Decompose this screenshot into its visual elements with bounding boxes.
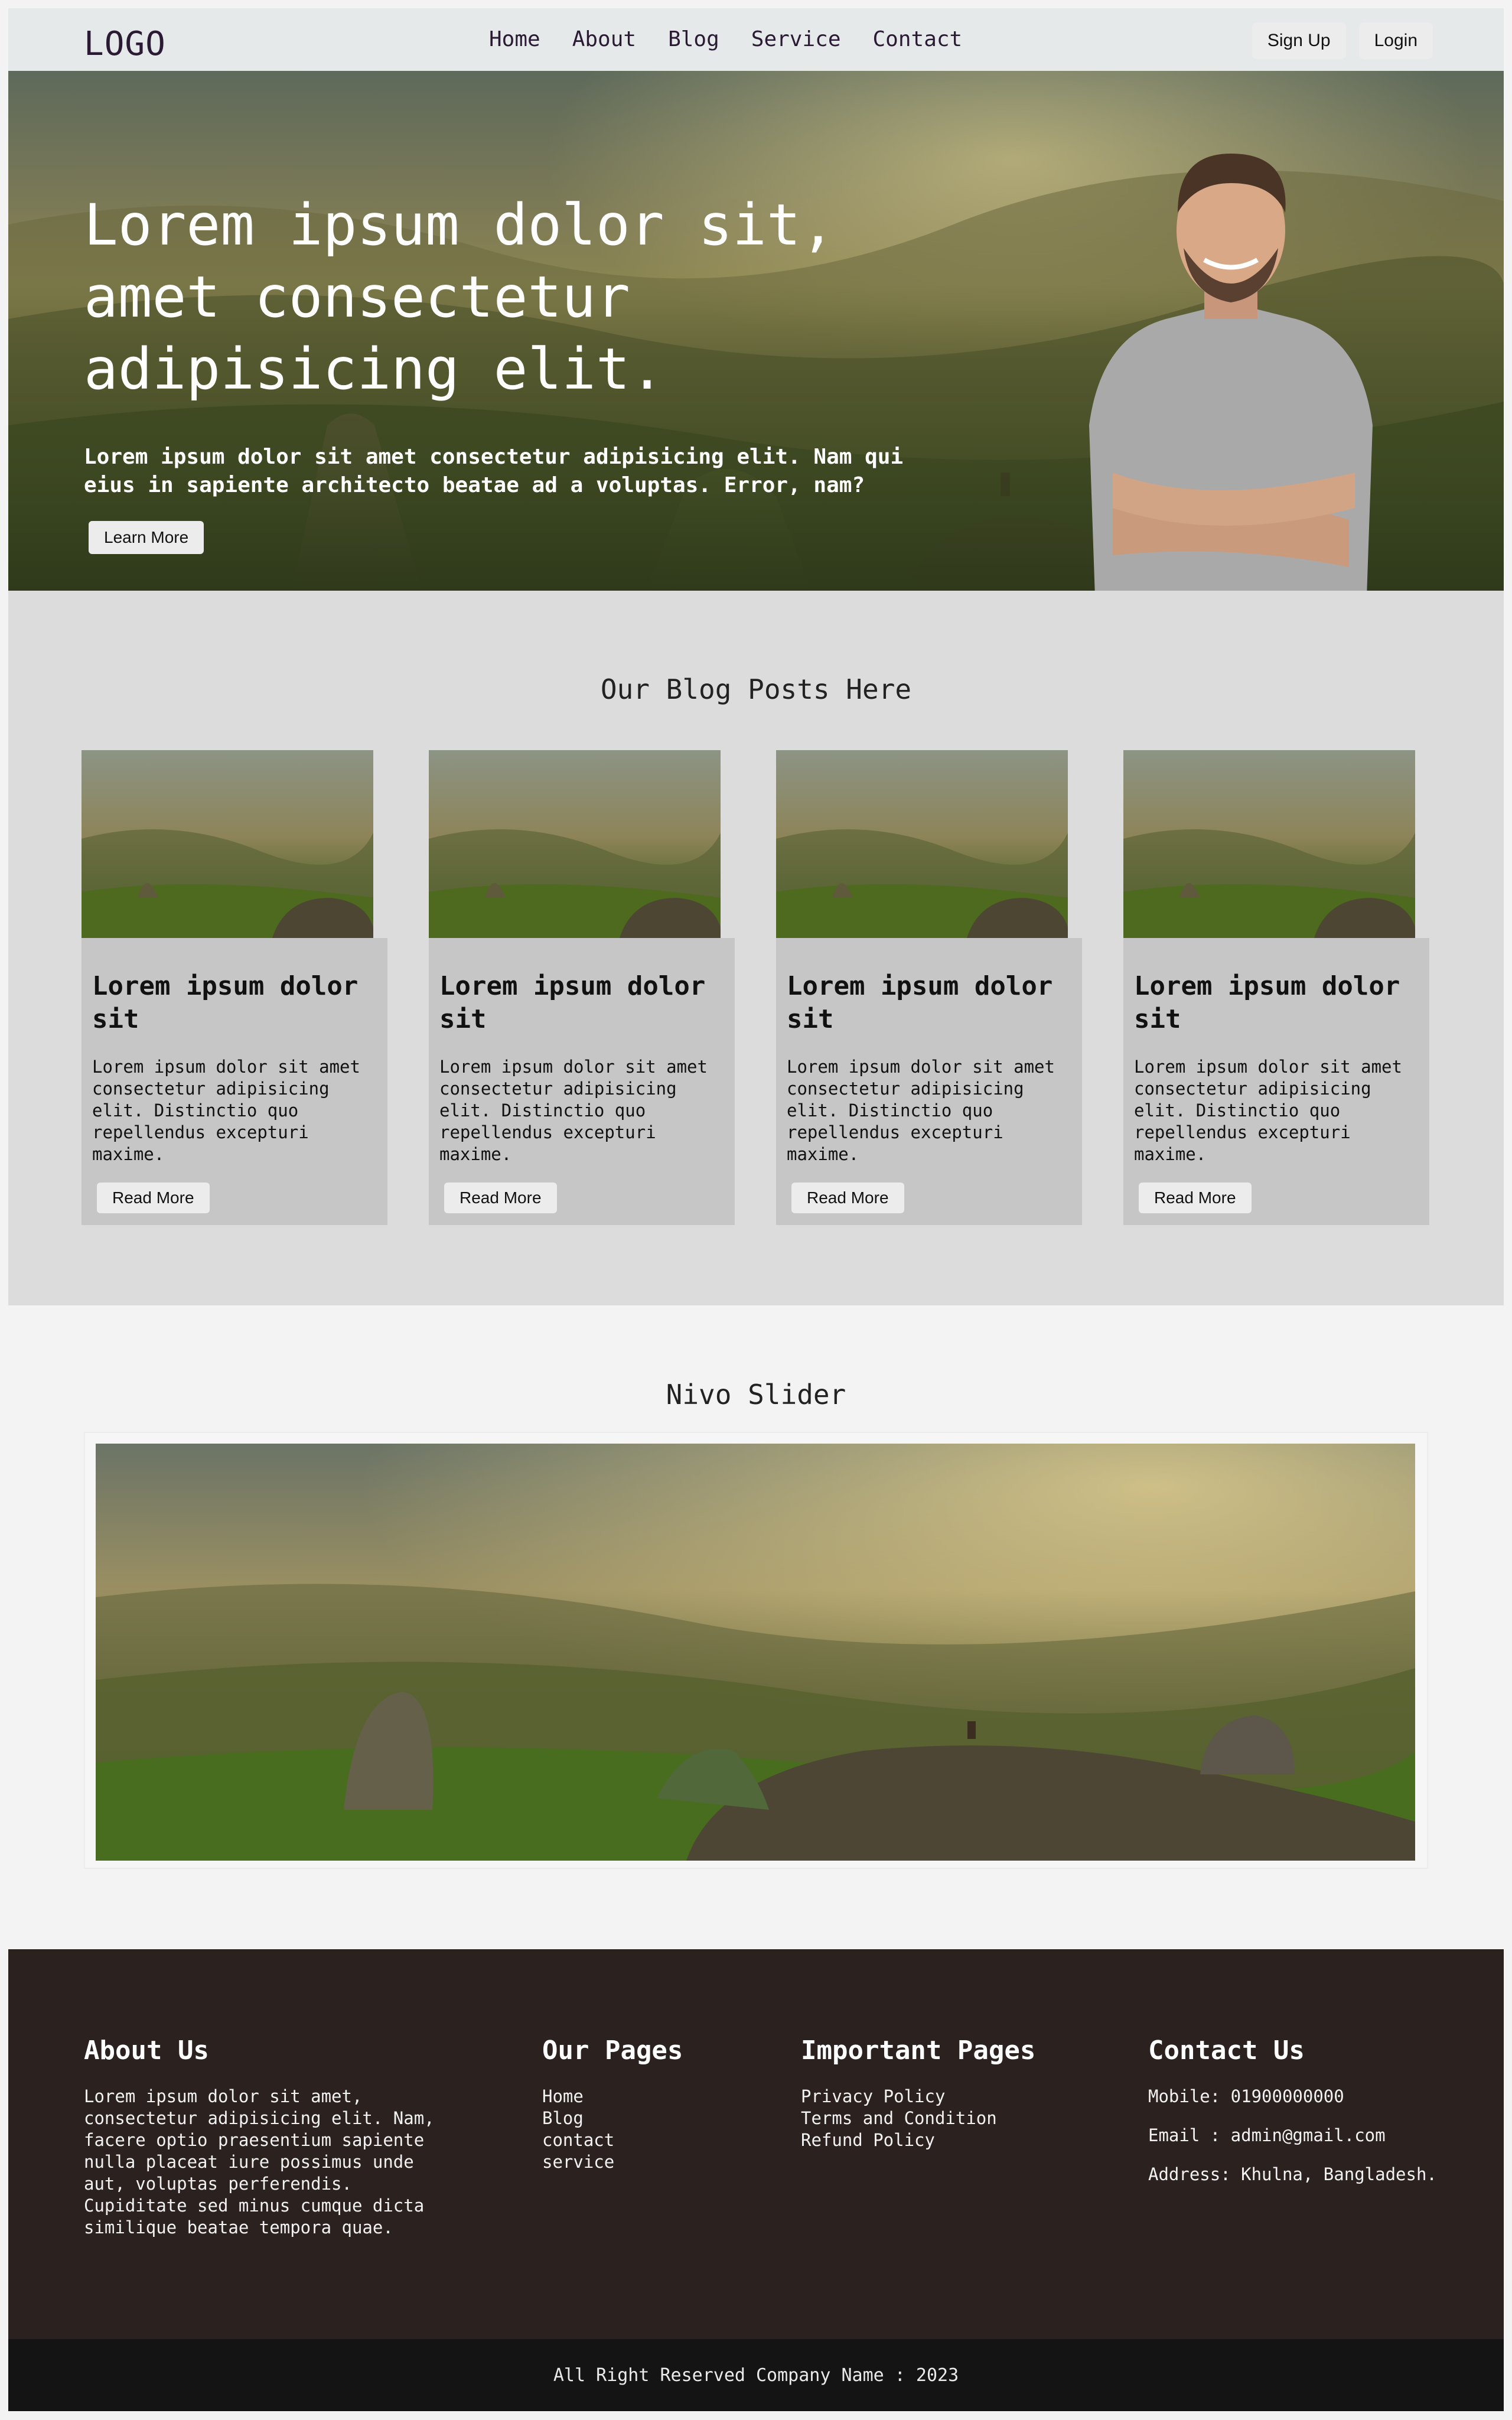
blog-card-body: Lorem ipsum dolor sit Lorem ipsum dolor … <box>1123 938 1429 1225</box>
footer: About Us Lorem ipsum dolor sit amet, con… <box>8 1949 1504 2339</box>
blog-card-text: Lorem ipsum dolor sit amet consectetur a… <box>1134 1057 1402 1164</box>
blog-card-title[interactable]: Lorem ipsum dolor sit <box>439 970 723 1036</box>
footer-contact-heading: Contact Us <box>1148 2035 1305 2066</box>
footer-link-privacy[interactable]: Privacy Policy <box>801 2086 1108 2108</box>
footer-link-blog[interactable]: Blog <box>542 2108 778 2129</box>
footer-about-heading: About Us <box>84 2035 209 2066</box>
footer-link-terms[interactable]: Terms and Condition <box>801 2108 1108 2129</box>
footer-contact: Contact Us Mobile: 01900000000 Email : a… <box>1148 2035 1479 2203</box>
blog-card-title[interactable]: Lorem ipsum dolor sit <box>1134 970 1418 1036</box>
slider-heading: Nivo Slider <box>666 1379 846 1411</box>
slider-image[interactable] <box>96 1444 1415 1861</box>
read-more-button[interactable]: Read More <box>97 1183 210 1213</box>
footer-about-text: Lorem ipsum dolor sit amet, consectetur … <box>84 2086 435 2237</box>
logo[interactable]: LOGO <box>84 25 166 63</box>
blog-card: Lorem ipsum dolor sit Lorem ipsum dolor … <box>1123 750 1429 1225</box>
footer-link-contact[interactable]: contact <box>542 2129 778 2151</box>
top-navbar: LOGO Home About Blog Service Contact Sig… <box>8 8 1504 71</box>
blog-card: Lorem ipsum dolor sit Lorem ipsum dolor … <box>776 750 1082 1225</box>
blog-card-body: Lorem ipsum dolor sit Lorem ipsum dolor … <box>82 938 387 1225</box>
footer-link-service[interactable]: service <box>542 2151 778 2173</box>
hero-text: Lorem ipsum dolor sit amet consectetur a… <box>84 445 904 497</box>
blog-card: Lorem ipsum dolor sit Lorem ipsum dolor … <box>429 750 735 1225</box>
main-menu: Home About Blog Service Contact <box>489 27 962 51</box>
footer-email[interactable]: Email : admin@gmail.com <box>1148 2125 1479 2147</box>
footer-pages-heading: Our Pages <box>542 2035 683 2066</box>
man-portrait-image <box>1089 154 1373 591</box>
footer-mobile: Mobile: 01900000000 <box>1148 2086 1344 2106</box>
copyright-text: All Right Reserved Company Name : 2023 <box>553 2364 959 2386</box>
blog-card-image[interactable] <box>1123 750 1415 944</box>
blog-section: Our Blog Posts Here Lorem ipsum dolor si… <box>8 591 1504 1305</box>
blog-card: Lorem ipsum dolor sit Lorem ipsum dolor … <box>82 750 387 1225</box>
footer-important-heading: Important Pages <box>801 2035 1036 2066</box>
hero-title: Lorem ipsum dolor sit, amet consectetur … <box>84 192 835 402</box>
blog-card-text: Lorem ipsum dolor sit amet consectetur a… <box>439 1057 708 1164</box>
hero-banner: Lorem ipsum dolor sit, amet consectetur … <box>8 71 1504 591</box>
blog-card-image[interactable] <box>429 750 721 944</box>
nav-home[interactable]: Home <box>489 27 540 51</box>
blog-card-image[interactable] <box>82 750 373 944</box>
blog-card-title[interactable]: Lorem ipsum dolor sit <box>92 970 376 1036</box>
footer-address: Address: Khulna, Bangladesh. <box>1148 2164 1437 2184</box>
copyright-bar: All Right Reserved Company Name : 2023 <box>8 2339 1504 2411</box>
auth-buttons: Sign Up Login <box>1252 22 1433 59</box>
read-more-button[interactable]: Read More <box>791 1183 904 1213</box>
blog-heading: Our Blog Posts Here <box>600 673 912 705</box>
blog-card-body: Lorem ipsum dolor sit Lorem ipsum dolor … <box>429 938 735 1225</box>
footer-link-refund[interactable]: Refund Policy <box>801 2129 1108 2151</box>
learn-more-button[interactable]: Learn More <box>89 521 204 554</box>
nav-about[interactable]: About <box>572 27 636 51</box>
footer-important-pages: Important Pages Privacy Policy Terms and… <box>801 2035 1108 2151</box>
slider-section: Nivo Slider <box>8 1305 1504 1949</box>
read-more-button[interactable]: Read More <box>444 1183 557 1213</box>
nav-service[interactable]: Service <box>751 27 841 51</box>
footer-link-home[interactable]: Home <box>542 2086 778 2108</box>
image-slider[interactable] <box>84 1432 1428 1869</box>
read-more-button[interactable]: Read More <box>1139 1183 1252 1213</box>
blog-card-text: Lorem ipsum dolor sit amet consectetur a… <box>92 1057 360 1164</box>
login-button[interactable]: Login <box>1358 22 1433 59</box>
blog-card-body: Lorem ipsum dolor sit Lorem ipsum dolor … <box>776 938 1082 1225</box>
nav-blog[interactable]: Blog <box>668 27 719 51</box>
footer-about: About Us Lorem ipsum dolor sit amet, con… <box>84 2035 438 2239</box>
blog-card-title[interactable]: Lorem ipsum dolor sit <box>787 970 1070 1036</box>
nav-contact[interactable]: Contact <box>873 27 963 51</box>
blog-card-image[interactable] <box>776 750 1068 944</box>
blog-card-text: Lorem ipsum dolor sit amet consectetur a… <box>787 1057 1055 1164</box>
page: LOGO Home About Blog Service Contact Sig… <box>8 8 1504 2411</box>
signup-button[interactable]: Sign Up <box>1252 22 1346 59</box>
footer-our-pages: Our Pages Home Blog contact service <box>542 2035 778 2173</box>
